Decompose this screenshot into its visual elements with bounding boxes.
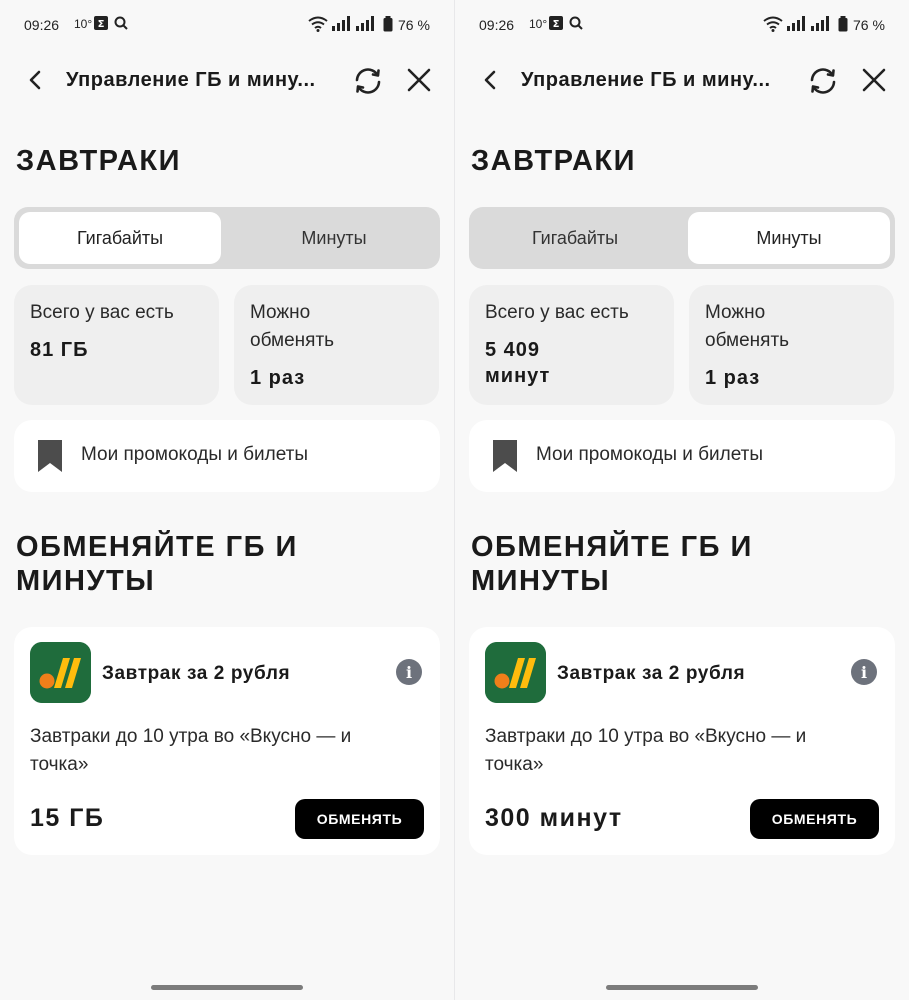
status-temperature: 10° bbox=[529, 17, 548, 31]
balance-card: Всего у вас есть 81 ГБ bbox=[14, 285, 219, 405]
notification-icon: Σ bbox=[94, 16, 108, 30]
status-bar: 09:26 10° Σ 76 % bbox=[0, 0, 454, 50]
close-icon[interactable] bbox=[404, 65, 434, 95]
vkusno-logo bbox=[30, 642, 91, 703]
signal-icon bbox=[332, 16, 350, 31]
screen-gigabytes: 09:26 10° Σ 76 % Управление ГБ и мину...… bbox=[0, 0, 454, 1000]
status-battery: 76 % bbox=[398, 17, 430, 33]
exchange-count-card: Можно обменять 1 раз bbox=[234, 285, 439, 405]
unit-tabs: Гигабайты Минуты bbox=[469, 207, 895, 269]
battery-icon bbox=[838, 16, 848, 32]
wifi-icon bbox=[763, 16, 783, 32]
notification-icon: Σ bbox=[549, 16, 563, 30]
exchange-count-card: Можно обменять 1 раз bbox=[689, 285, 894, 405]
refresh-icon[interactable] bbox=[352, 65, 384, 97]
tab-minutes[interactable]: Минуты bbox=[233, 212, 435, 264]
offer-card: Завтрак за 2 рубля i Завтраки до 10 утра… bbox=[469, 627, 895, 855]
exchange-count-value: 1 раз bbox=[705, 367, 761, 389]
balance-value-unit: минут bbox=[485, 365, 551, 387]
info-icon[interactable]: i bbox=[851, 659, 877, 685]
offer-description: Завтраки до 10 утра во «Вкусно — и точка… bbox=[30, 726, 352, 775]
status-battery: 76 % bbox=[853, 17, 885, 33]
signal-icon-2 bbox=[811, 16, 829, 31]
section-title: ОБМЕНЯЙТЕ ГБ И МИНУТЫ bbox=[16, 531, 298, 597]
offer-title: Завтрак за 2 рубля bbox=[102, 663, 291, 684]
chevron-left-icon[interactable] bbox=[22, 66, 50, 94]
exchange-button[interactable]: ОБМЕНЯТЬ bbox=[295, 799, 424, 839]
exchange-count-label-2: обменять bbox=[705, 330, 790, 351]
promo-codes-label: Мои промокоды и билеты bbox=[536, 444, 764, 465]
exchange-button[interactable]: ОБМЕНЯТЬ bbox=[750, 799, 879, 839]
balance-label: Всего у вас есть bbox=[485, 302, 629, 323]
info-icon[interactable]: i bbox=[396, 659, 422, 685]
page-title: ЗАВТРАКИ bbox=[471, 145, 636, 177]
chevron-left-icon[interactable] bbox=[477, 66, 505, 94]
refresh-icon[interactable] bbox=[807, 65, 839, 97]
home-indicator[interactable] bbox=[606, 985, 758, 990]
page-title: ЗАВТРАКИ bbox=[16, 145, 181, 177]
offer-amount: 15 ГБ bbox=[30, 804, 105, 832]
unit-tabs: Гигабайты Минуты bbox=[14, 207, 440, 269]
header: Управление ГБ и мину... bbox=[0, 58, 454, 104]
status-time: 09:26 bbox=[24, 17, 60, 33]
balance-card: Всего у вас есть 5 409 минут bbox=[469, 285, 674, 405]
balance-value: 81 ГБ bbox=[30, 339, 89, 361]
status-bar: 09:26 10° Σ 76 % bbox=[455, 0, 909, 50]
wifi-icon bbox=[308, 16, 328, 32]
offer-amount: 300 минут bbox=[485, 804, 623, 832]
offer-card: Завтрак за 2 рубля i Завтраки до 10 утра… bbox=[14, 627, 440, 855]
header-title: Управление ГБ и мину... bbox=[66, 69, 316, 91]
tab-gigabytes[interactable]: Гигабайты bbox=[19, 212, 221, 264]
status-time: 09:26 bbox=[479, 17, 515, 33]
exchange-count-label: Можно bbox=[250, 302, 311, 323]
section-title: ОБМЕНЯЙТЕ ГБ И МИНУТЫ bbox=[471, 531, 753, 597]
tab-minutes[interactable]: Минуты bbox=[688, 212, 890, 264]
search-icon bbox=[569, 16, 583, 30]
screen-minutes: 09:26 10° Σ 76 % Управление ГБ и мину...… bbox=[455, 0, 909, 1000]
exchange-count-label: Можно bbox=[705, 302, 766, 323]
exchange-count-label-2: обменять bbox=[250, 330, 335, 351]
close-icon[interactable] bbox=[859, 65, 889, 95]
status-temperature: 10° bbox=[74, 17, 93, 31]
promo-codes-label: Мои промокоды и билеты bbox=[81, 444, 309, 465]
offer-title: Завтрак за 2 рубля bbox=[557, 663, 746, 684]
bookmark-icon bbox=[493, 440, 517, 472]
tab-gigabytes[interactable]: Гигабайты bbox=[474, 212, 676, 264]
header-title: Управление ГБ и мину... bbox=[521, 69, 771, 91]
search-icon bbox=[114, 16, 128, 30]
svg-text:Σ: Σ bbox=[553, 19, 560, 30]
battery-icon bbox=[383, 16, 393, 32]
vkusno-logo bbox=[485, 642, 546, 703]
signal-icon bbox=[787, 16, 805, 31]
balance-value: 5 409 bbox=[485, 339, 541, 361]
signal-icon-2 bbox=[356, 16, 374, 31]
home-indicator[interactable] bbox=[151, 985, 303, 990]
promo-codes-button[interactable]: Мои промокоды и билеты bbox=[14, 420, 440, 492]
offer-description: Завтраки до 10 утра во «Вкусно — и точка… bbox=[485, 726, 807, 775]
promo-codes-button[interactable]: Мои промокоды и билеты bbox=[469, 420, 895, 492]
bookmark-icon bbox=[38, 440, 62, 472]
header: Управление ГБ и мину... bbox=[455, 58, 909, 104]
svg-text:Σ: Σ bbox=[98, 19, 105, 30]
exchange-count-value: 1 раз bbox=[250, 367, 306, 389]
balance-label: Всего у вас есть bbox=[30, 302, 174, 323]
